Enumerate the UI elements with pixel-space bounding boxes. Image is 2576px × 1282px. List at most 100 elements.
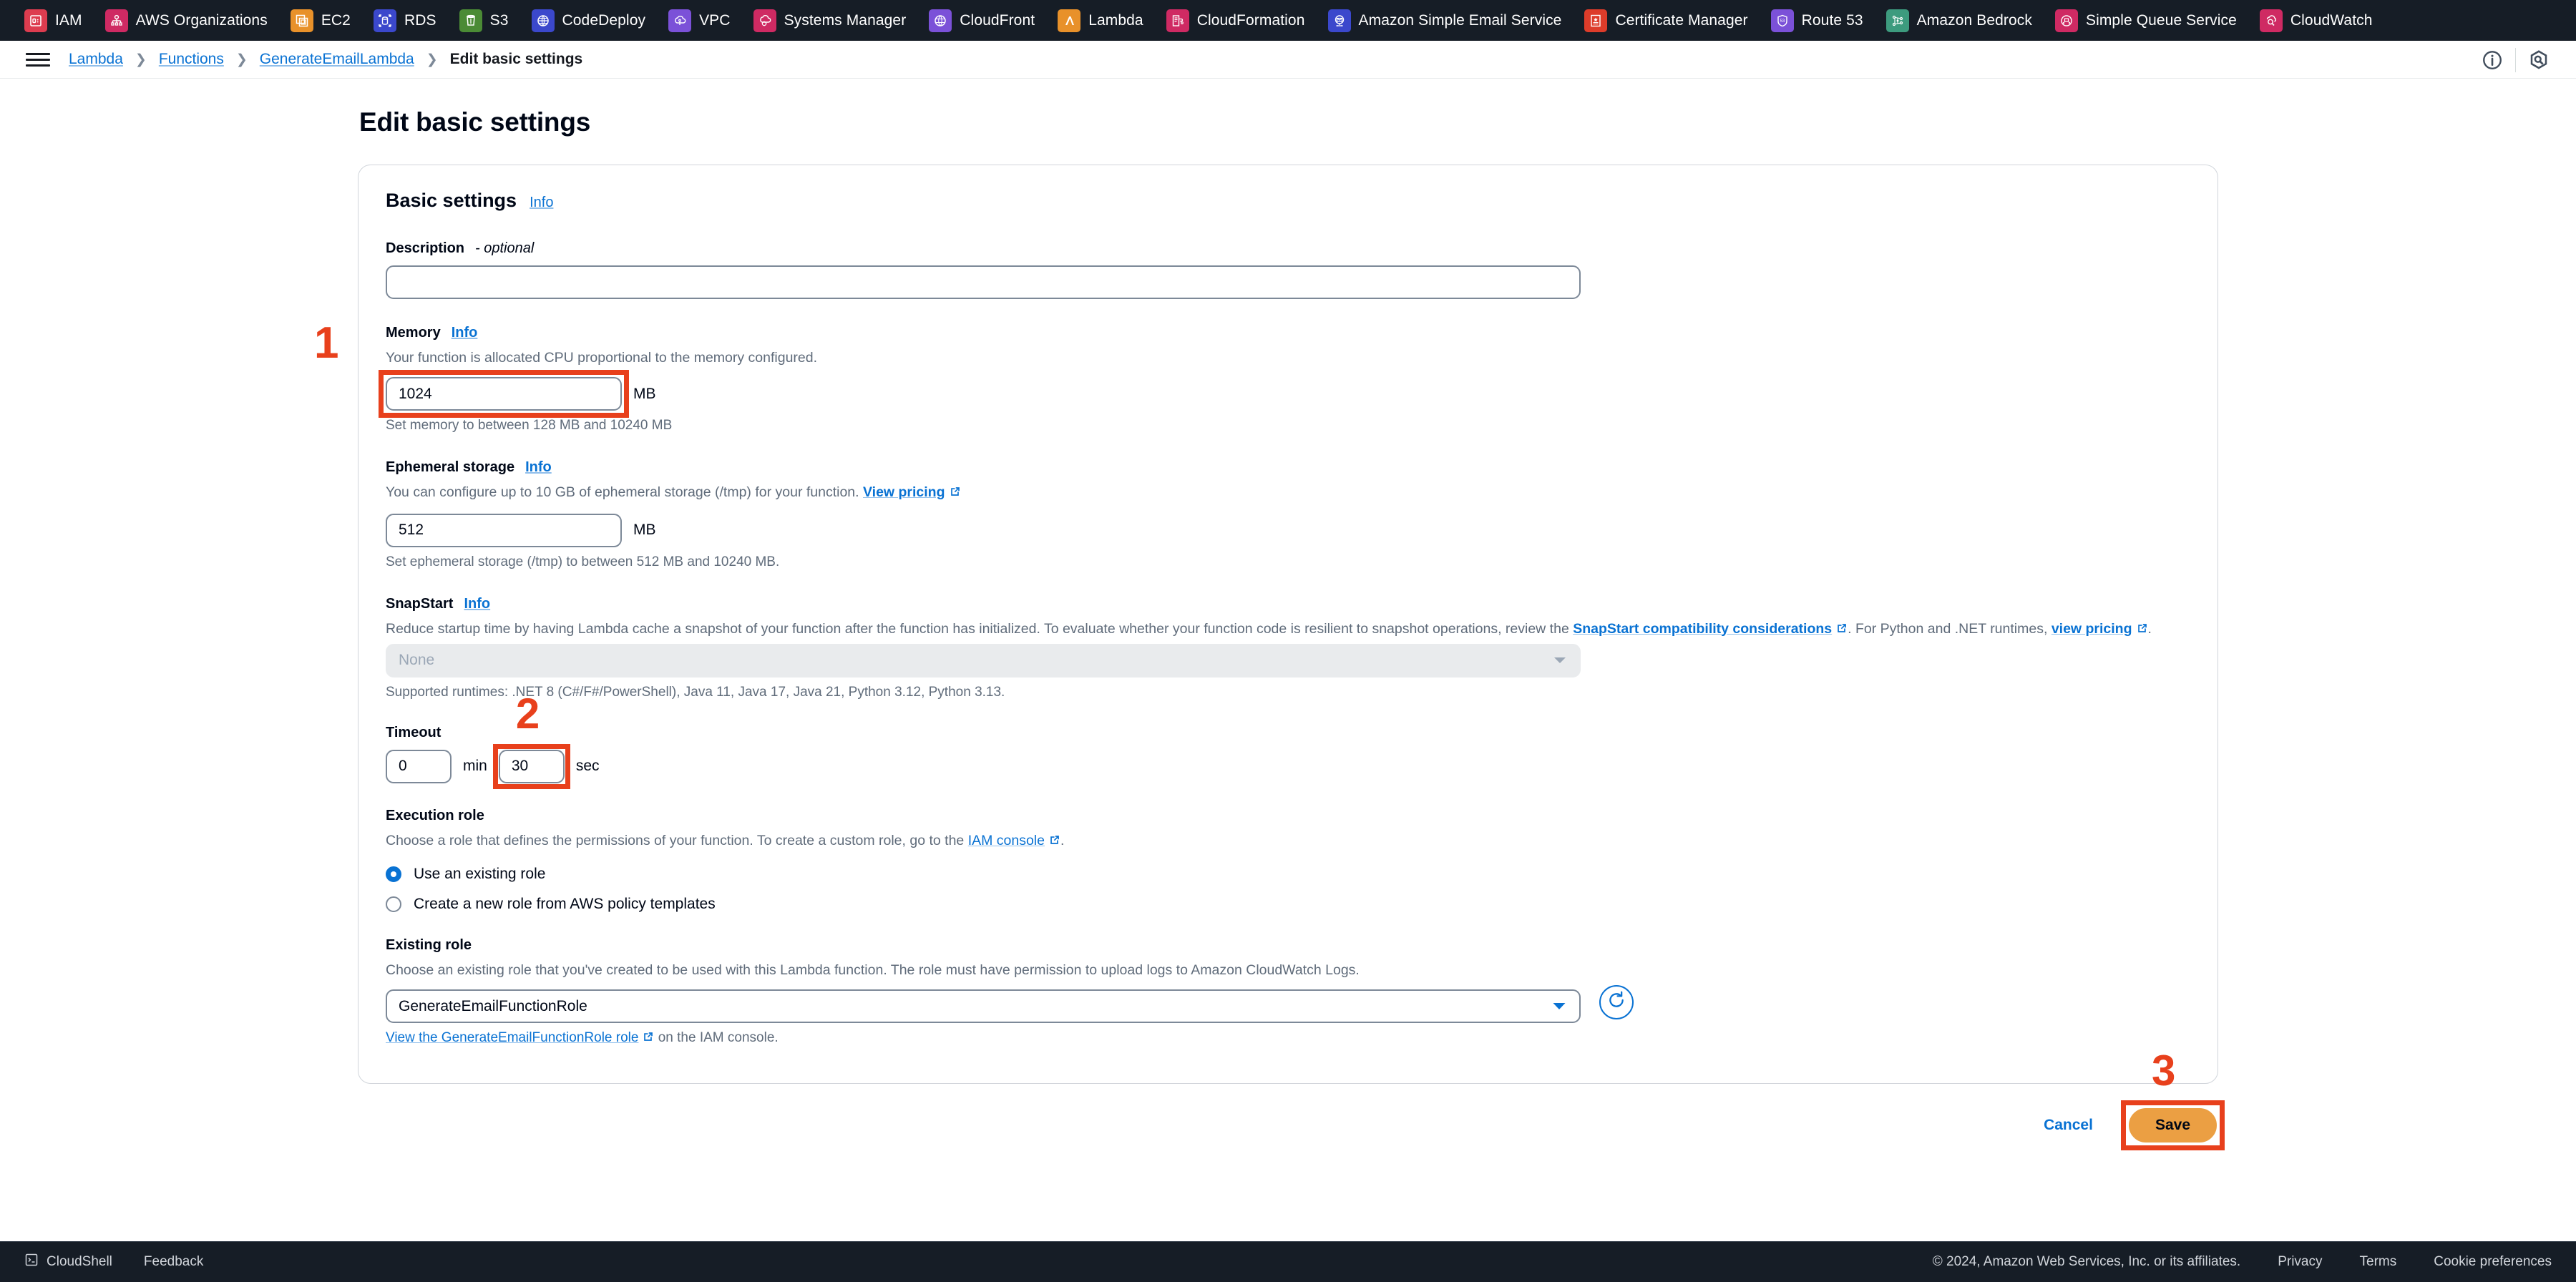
feedback-button[interactable]: Feedback: [144, 1254, 203, 1270]
form-actions: Cancel Save: [358, 1108, 2218, 1143]
existing-role-select[interactable]: GenerateEmailFunctionRole: [386, 989, 1581, 1024]
ephemeral-storage-label: Ephemeral storage Info: [386, 459, 2190, 476]
breadcrumb-item-lambda[interactable]: Lambda: [69, 51, 123, 68]
ephemeral-storage-info-link[interactable]: Info: [525, 459, 552, 476]
snapstart-view-pricing-link[interactable]: view pricing: [2051, 621, 2132, 637]
service-shortcut-label: IAM: [55, 11, 82, 29]
service-shortcut-bedrock[interactable]: Amazon Bedrock: [1875, 0, 2044, 41]
service-shortcut-cloudwatch[interactable]: CloudWatch: [2248, 0, 2384, 41]
memory-input[interactable]: [386, 377, 622, 411]
panel-info-link[interactable]: Info: [530, 195, 553, 211]
cloudshell-label: CloudShell: [47, 1254, 112, 1269]
timeout-sec-input[interactable]: [498, 749, 565, 783]
memory-info-link[interactable]: Info: [452, 325, 478, 341]
service-shortcut-route53[interactable]: 53 Route 53: [1760, 0, 1875, 41]
service-shortcut-iam[interactable]: IAM: [13, 0, 94, 41]
radio-create-new-role[interactable]: Create a new role from AWS policy templa…: [386, 896, 2190, 913]
aws-organizations-icon: [104, 9, 128, 32]
menu-toggle-icon[interactable]: [26, 47, 50, 72]
service-shortcut-certificate-manager[interactable]: Certificate Manager: [1573, 0, 1759, 41]
execution-role-description-after: .: [1060, 832, 1065, 848]
snapstart-select[interactable]: None: [386, 643, 1581, 677]
service-shortcut-rds[interactable]: RDS: [362, 0, 448, 41]
panel-header: Basic settings Info: [386, 190, 2190, 212]
timeout-min-input[interactable]: [386, 749, 452, 783]
service-shortcut-vpc[interactable]: VPC: [657, 0, 741, 41]
info-circle-icon[interactable]: [2474, 41, 2511, 79]
snapstart-field: SnapStart Info Reduce startup time by ha…: [386, 596, 2190, 700]
breadcrumb-actions: [2474, 41, 2557, 79]
timeout-sec-unit: sec: [575, 758, 600, 775]
footer-left-group: CloudShell Feedback: [24, 1253, 203, 1271]
service-shortcut-ses[interactable]: Amazon Simple Email Service: [1317, 0, 1574, 41]
existing-role-hint: View the GenerateEmailFunctionRole role …: [386, 1030, 2190, 1047]
snapstart-description-part3: .: [2147, 620, 2152, 637]
breadcrumb-bar: Lambda ❯ Functions ❯ GenerateEmailLambda…: [0, 41, 2576, 79]
certificate-manager-icon: [1584, 9, 1608, 32]
snapstart-hint: Supported runtimes: .NET 8 (C#/F#/PowerS…: [386, 684, 1005, 700]
panel-title: Basic settings: [386, 190, 517, 211]
ephemeral-storage-unit: MB: [633, 522, 656, 538]
page-title: Edit basic settings: [359, 107, 591, 137]
external-link-icon: [1048, 832, 1060, 853]
refresh-icon: [1607, 991, 1626, 1013]
service-shortcut-label: CloudFormation: [1196, 11, 1305, 29]
memory-label: Memory Info: [386, 325, 2190, 341]
service-shortcut-label: AWS Organizations: [135, 11, 268, 29]
route53-icon: 53: [1770, 9, 1794, 32]
ephemeral-storage-field: Ephemeral storage Info You can configure…: [386, 459, 2190, 569]
breadcrumb-item-functions[interactable]: Functions: [159, 51, 224, 68]
snapstart-compatibility-link[interactable]: SnapStart compatibility considerations: [1573, 621, 1832, 637]
terms-link[interactable]: Terms: [2360, 1254, 2397, 1270]
cancel-button[interactable]: Cancel: [2039, 1110, 2097, 1141]
cloudfront-icon: [929, 9, 952, 32]
description-input[interactable]: [386, 265, 1581, 299]
service-shortcut-ec2[interactable]: EC2: [279, 0, 362, 41]
page-content: Edit basic settings Basic settings Info …: [0, 79, 2576, 1241]
memory-hint: Set memory to between 128 MB and 10240 M…: [386, 418, 673, 434]
ephemeral-storage-hint: Set ephemeral storage (/tmp) to between …: [386, 554, 780, 569]
service-shortcut-label: VPC: [699, 11, 731, 29]
service-shortcut-cloudformation[interactable]: CloudFormation: [1155, 0, 1317, 41]
copyright-text: © 2024, Amazon Web Services, Inc. or its…: [1932, 1254, 2241, 1269]
snapstart-info-link[interactable]: Info: [464, 596, 490, 612]
service-shortcut-cloudfront[interactable]: CloudFront: [917, 0, 1046, 41]
external-link-icon: [2136, 620, 2148, 641]
service-shortcut-label: CloudWatch: [2290, 11, 2373, 29]
save-button[interactable]: Save: [2128, 1108, 2217, 1143]
service-shortcut-systems-manager[interactable]: Systems Manager: [742, 0, 918, 41]
service-shortcut-s3[interactable]: S3: [448, 0, 520, 41]
description-label: Description - optional: [386, 240, 2190, 257]
lambda-icon: [1058, 9, 1081, 32]
cloudshell-button[interactable]: CloudShell: [24, 1253, 112, 1271]
systems-manager-icon: [753, 9, 776, 32]
execution-role-label: Execution role: [386, 808, 2190, 824]
divider: [2515, 47, 2516, 72]
iam-console-link[interactable]: IAM console: [968, 833, 1045, 848]
breadcrumb-item-generate-email-lambda[interactable]: GenerateEmailLambda: [260, 51, 414, 68]
console-settings-icon[interactable]: [2520, 41, 2557, 79]
view-role-hint-after: on the IAM console.: [658, 1030, 779, 1046]
memory-label-text: Memory: [386, 325, 441, 341]
view-role-link[interactable]: View the GenerateEmailFunctionRole role: [386, 1030, 638, 1045]
refresh-roles-button[interactable]: [1599, 984, 1634, 1019]
cookie-preferences-link[interactable]: Cookie preferences: [2434, 1254, 2552, 1270]
description-field: Description - optional: [386, 240, 2190, 299]
existing-role-description: Choose an existing role that you've crea…: [386, 962, 1360, 978]
rds-icon: [373, 9, 396, 32]
sqs-icon: [2054, 9, 2078, 32]
service-shortcut-codedeploy[interactable]: CodeDeploy: [520, 0, 658, 41]
service-shortcut-aws-organizations[interactable]: AWS Organizations: [94, 0, 279, 41]
vpc-icon: [668, 9, 692, 32]
external-link-icon: [949, 484, 961, 504]
ephemeral-storage-input[interactable]: [386, 513, 622, 547]
view-pricing-link[interactable]: View pricing: [863, 484, 945, 500]
cloudwatch-icon: [2259, 9, 2283, 32]
footer-bar: CloudShell Feedback © 2024, Amazon Web S…: [0, 1241, 2576, 1282]
radio-use-existing-role[interactable]: Use an existing role: [386, 866, 2190, 883]
service-shortcut-sqs[interactable]: Simple Queue Service: [2044, 0, 2248, 41]
snapstart-description-part2: . For Python and .NET runtimes,: [1848, 620, 2048, 637]
privacy-link[interactable]: Privacy: [2278, 1254, 2322, 1270]
breadcrumb-separator: ❯: [135, 52, 147, 67]
service-shortcut-lambda[interactable]: Lambda: [1046, 0, 1155, 41]
